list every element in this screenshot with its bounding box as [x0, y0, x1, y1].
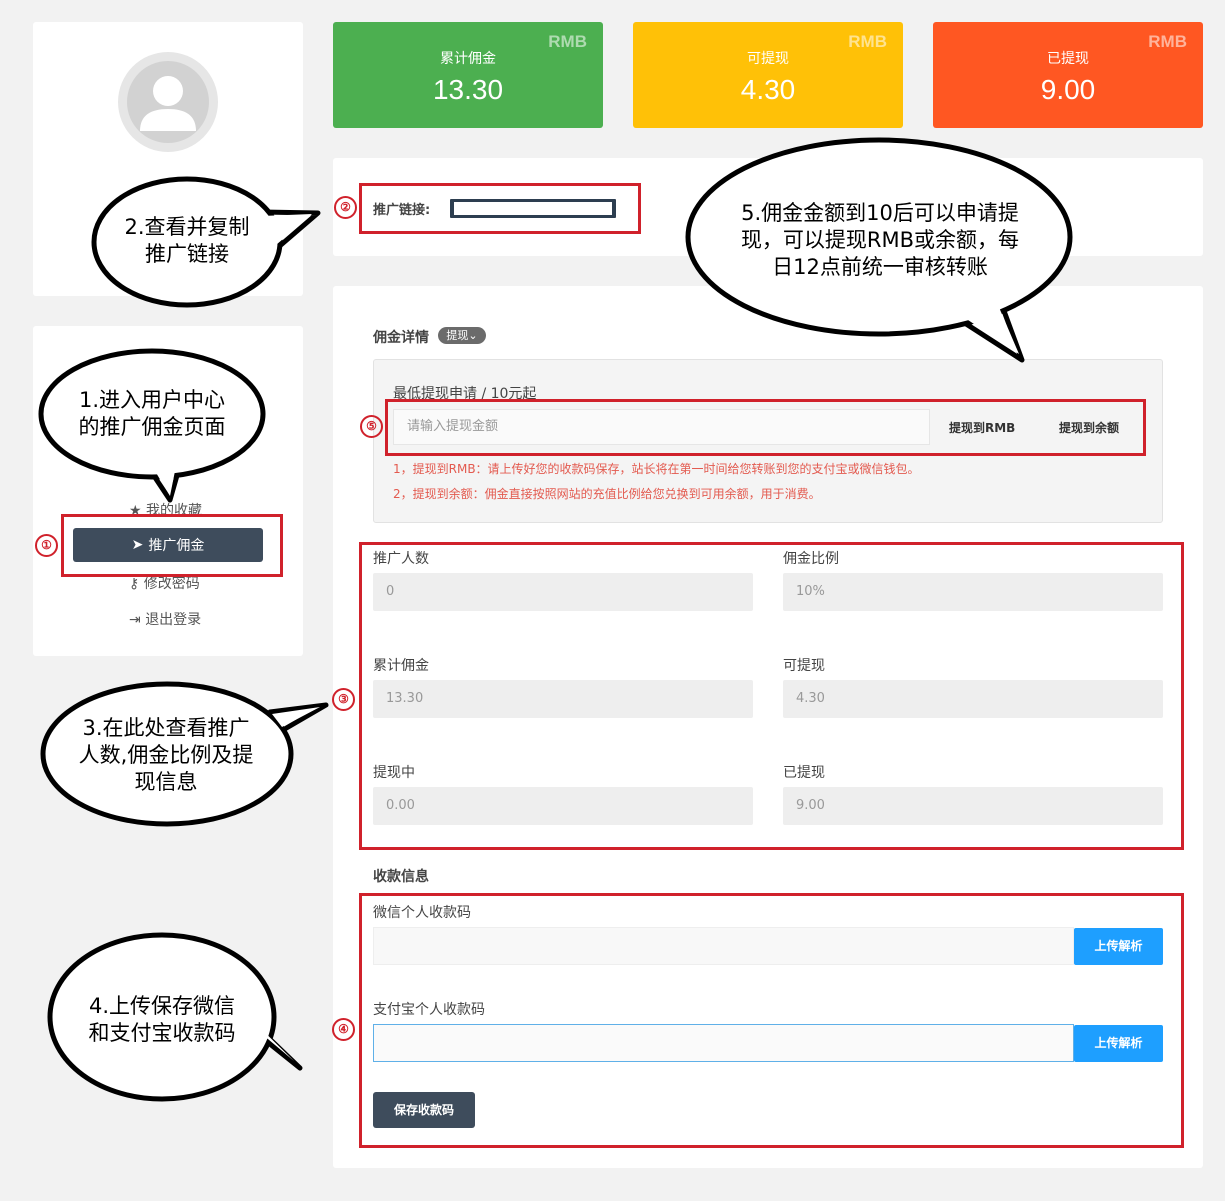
- marker-3: ③: [332, 688, 355, 711]
- bubble-text: 的推广佣金页面: [78, 415, 226, 439]
- highlight-box-1: [61, 514, 283, 577]
- payment-title: 收款信息: [373, 869, 429, 885]
- callout-bubble-2: 2.查看并复制 推广链接: [97, 205, 277, 277]
- highlight-box-3: [359, 542, 1184, 850]
- stat-total-commission: RMB 累计佣金 13.30: [333, 22, 603, 128]
- commission-title: 佣金详情: [373, 330, 429, 346]
- marker-5: ⑤: [360, 415, 383, 438]
- chevron-down-icon: ⌄: [468, 329, 478, 342]
- bubble-text: 1.进入用户中心: [78, 388, 226, 412]
- bubble-text: 4.上传保存微信: [88, 994, 236, 1018]
- highlight-box-4: [359, 893, 1184, 1148]
- highlight-box-2: [359, 183, 641, 234]
- bubble-text: 推广链接: [145, 242, 229, 266]
- withdraw-dropdown[interactable]: 提现⌄: [438, 327, 486, 344]
- stat-withdrawable: RMB 可提现 4.30: [633, 22, 903, 128]
- dropdown-label: 提现: [446, 329, 469, 342]
- sidebar-item-label: 修改密码: [143, 576, 200, 592]
- bubble-text: 现，可以提现RMB或余额，每: [740, 227, 1020, 252]
- stat-value: 13.30: [432, 74, 504, 105]
- bubble-text: 现信息: [134, 769, 198, 794]
- bubble-text: 5.佣金金额到10后可以申请提: [741, 200, 1019, 225]
- callout-bubble-3: 3.在此处查看推广 人数,佣金比例及提 现信息: [56, 710, 276, 800]
- note-balance: 2，提现到余额：佣金直接按照网站的充值比例给您兑换到可用余额，用于消费。: [393, 487, 821, 501]
- sidebar-menu: [33, 326, 303, 656]
- note-rmb: 1，提现到RMB：请上传好您的收款码保存，站长将在第一时间给您转账到您的支付宝或…: [393, 462, 920, 476]
- callout-bubble-1: 1.进入用户中心 的推广佣金页面: [52, 378, 252, 450]
- bubble-text: 和支付宝收款码: [88, 1021, 236, 1045]
- marker-2: ②: [334, 196, 357, 219]
- stat-withdrawn: RMB 已提现 9.00: [933, 22, 1203, 128]
- stat-value: 9.00: [1040, 74, 1096, 105]
- logout-icon: ⇥: [129, 612, 141, 628]
- bubble-text: 2.查看并复制: [124, 215, 250, 239]
- callout-bubble-5: 5.佣金金额到10后可以申请提 现，可以提现RMB或余额，每 日12点前统一审核…: [700, 190, 1060, 290]
- bubble-text: 人数,佣金比例及提: [78, 742, 254, 767]
- avatar[interactable]: [118, 52, 218, 152]
- sidebar-item-label: 退出登录: [145, 612, 202, 628]
- callout-bubble-4: 4.上传保存微信 和支付宝收款码: [62, 984, 262, 1056]
- marker-1: ①: [35, 534, 58, 557]
- bubble-text: 3.在此处查看推广: [82, 715, 250, 740]
- marker-4: ④: [332, 1018, 355, 1041]
- highlight-box-5: [385, 399, 1146, 456]
- stat-label: 已提现: [1047, 51, 1089, 67]
- stat-label: 可提现: [747, 51, 789, 67]
- key-icon: ⚷: [129, 576, 140, 592]
- user-icon: [127, 61, 209, 143]
- bubble-text: 日12点前统一审核转账: [772, 254, 988, 279]
- stat-label: 累计佣金: [440, 51, 496, 67]
- stat-value: 4.30: [740, 74, 796, 105]
- sidebar-item-logout[interactable]: ⇥ 退出登录: [129, 609, 201, 629]
